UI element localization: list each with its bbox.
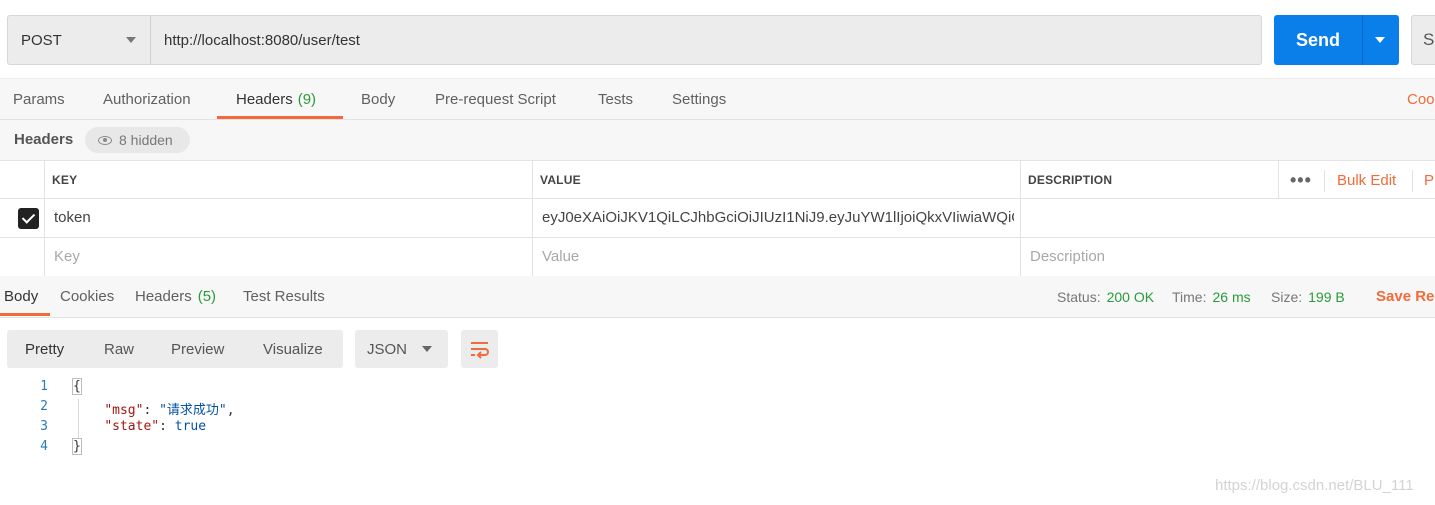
line-number: 4 (40, 439, 48, 454)
time-value: 26 ms (1212, 288, 1251, 305)
view-preview-button[interactable]: Preview (171, 330, 224, 368)
column-divider (1020, 161, 1021, 277)
table-row-new: Key Value Description (0, 238, 1435, 277)
json-key: "state" (104, 419, 160, 434)
close-brace: } (72, 438, 82, 455)
hidden-headers-toggle[interactable]: 8 hidden (85, 127, 190, 153)
line-number: 2 (40, 399, 48, 414)
chevron-down-icon (422, 346, 432, 352)
more-options-icon[interactable]: ••• (1290, 170, 1312, 191)
column-header-description: DESCRIPTION (1028, 173, 1113, 187)
time-readout: Time: 26 ms (1172, 288, 1251, 305)
format-label: JSON (367, 340, 408, 358)
format-select[interactable]: JSON (355, 330, 448, 368)
view-raw-button[interactable]: Raw (104, 330, 134, 368)
send-options-button[interactable] (1362, 15, 1399, 65)
code-line: 2 "msg": "请求成功", (0, 399, 600, 419)
new-description-input[interactable]: Description (1030, 248, 1105, 265)
row-enabled-checkbox[interactable] (18, 208, 39, 229)
wrap-lines-button[interactable] (461, 330, 498, 368)
line-number: 3 (40, 419, 48, 434)
tab-headers[interactable]: Headers (9) (236, 79, 316, 120)
watermark: https://blog.csdn.net/BLU_111 (1215, 477, 1414, 494)
code-line: 4 } (0, 438, 600, 459)
tab-pre-request-script[interactable]: Pre-request Script (435, 79, 556, 120)
view-pretty-button[interactable]: Pretty (25, 330, 64, 368)
method-select[interactable]: POST (7, 15, 151, 65)
view-visualize-button[interactable]: Visualize (263, 330, 323, 368)
column-divider (1278, 161, 1279, 199)
bulk-edit-link[interactable]: Bulk Edit (1337, 172, 1396, 189)
url-input[interactable]: http://localhost:8080/user/test (150, 15, 1262, 65)
new-value-input[interactable]: Value (542, 248, 579, 265)
tab-tests[interactable]: Tests (598, 79, 633, 120)
chevron-down-icon (1375, 37, 1385, 43)
eye-icon (98, 135, 112, 145)
header-key-cell[interactable]: token (54, 209, 524, 226)
url-value: http://localhost:8080/user/test (164, 31, 360, 49)
tab-body[interactable]: Body (361, 79, 395, 120)
column-divider (44, 161, 45, 277)
json-key: "msg" (104, 403, 144, 418)
response-tabs: Body Cookies Headers (5) Test Results Sta… (0, 276, 1435, 318)
size-readout: Size: 199 B (1271, 288, 1345, 305)
send-button[interactable]: Send (1274, 15, 1362, 65)
save-button[interactable]: Sa (1411, 15, 1435, 65)
tab-authorization[interactable]: Authorization (103, 79, 191, 120)
headers-bar: Headers 8 hidden (0, 120, 1435, 161)
divider (1412, 170, 1413, 192)
json-value: "请求成功" (159, 403, 227, 418)
response-tab-cookies[interactable]: Cookies (60, 276, 114, 317)
headers-title: Headers (14, 131, 74, 148)
save-response-button[interactable]: Save Res (1376, 276, 1435, 317)
headers-table: KEY VALUE DESCRIPTION ••• Bulk Edit P to… (0, 160, 1435, 277)
table-header-row: KEY VALUE DESCRIPTION ••• Bulk Edit P (0, 161, 1435, 199)
new-key-input[interactable]: Key (54, 248, 80, 265)
code-line: 3 "state": true (0, 419, 600, 439)
header-value-cell[interactable]: eyJ0eXAiOiJKV1QiLCJhbGciOiJIUzI1NiJ9.eyJ… (542, 209, 1014, 226)
column-header-value: VALUE (540, 173, 581, 187)
hidden-count-label: 8 hidden (119, 132, 173, 148)
active-tab-indicator (0, 313, 50, 316)
cookies-link[interactable]: Coo (1407, 79, 1435, 120)
status-value: 200 OK (1106, 288, 1155, 305)
column-header-key: KEY (52, 173, 78, 187)
wrap-lines-icon (471, 342, 489, 359)
size-value: 199 B (1308, 288, 1345, 305)
tab-settings[interactable]: Settings (672, 79, 726, 120)
divider (1324, 170, 1325, 192)
active-tab-indicator (217, 116, 343, 119)
request-bar: POST http://localhost:8080/user/test Sen… (0, 0, 1435, 78)
presets-link[interactable]: P (1424, 172, 1434, 189)
response-tab-test-results[interactable]: Test Results (243, 276, 325, 317)
line-number: 1 (40, 379, 48, 394)
open-brace: { (72, 378, 82, 395)
tab-params[interactable]: Params (13, 79, 65, 120)
code-line: 1 { (0, 378, 600, 399)
json-value: true (174, 419, 207, 434)
table-row: token eyJ0eXAiOiJKV1QiLCJhbGciOiJIUzI1Ni… (0, 199, 1435, 238)
column-divider (532, 161, 533, 277)
method-label: POST (21, 31, 62, 49)
status-readout: Status: 200 OK (1057, 288, 1155, 305)
chevron-down-icon (126, 37, 136, 43)
request-tabs: Params Authorization Headers (9) Body Pre… (0, 78, 1435, 120)
headers-count: (9) (297, 91, 317, 108)
response-tab-body[interactable]: Body (4, 276, 38, 317)
response-tab-headers[interactable]: Headers (5) (135, 276, 216, 317)
view-mode-group: Pretty Raw Preview Visualize (7, 330, 343, 368)
response-headers-count: (5) (197, 288, 217, 305)
